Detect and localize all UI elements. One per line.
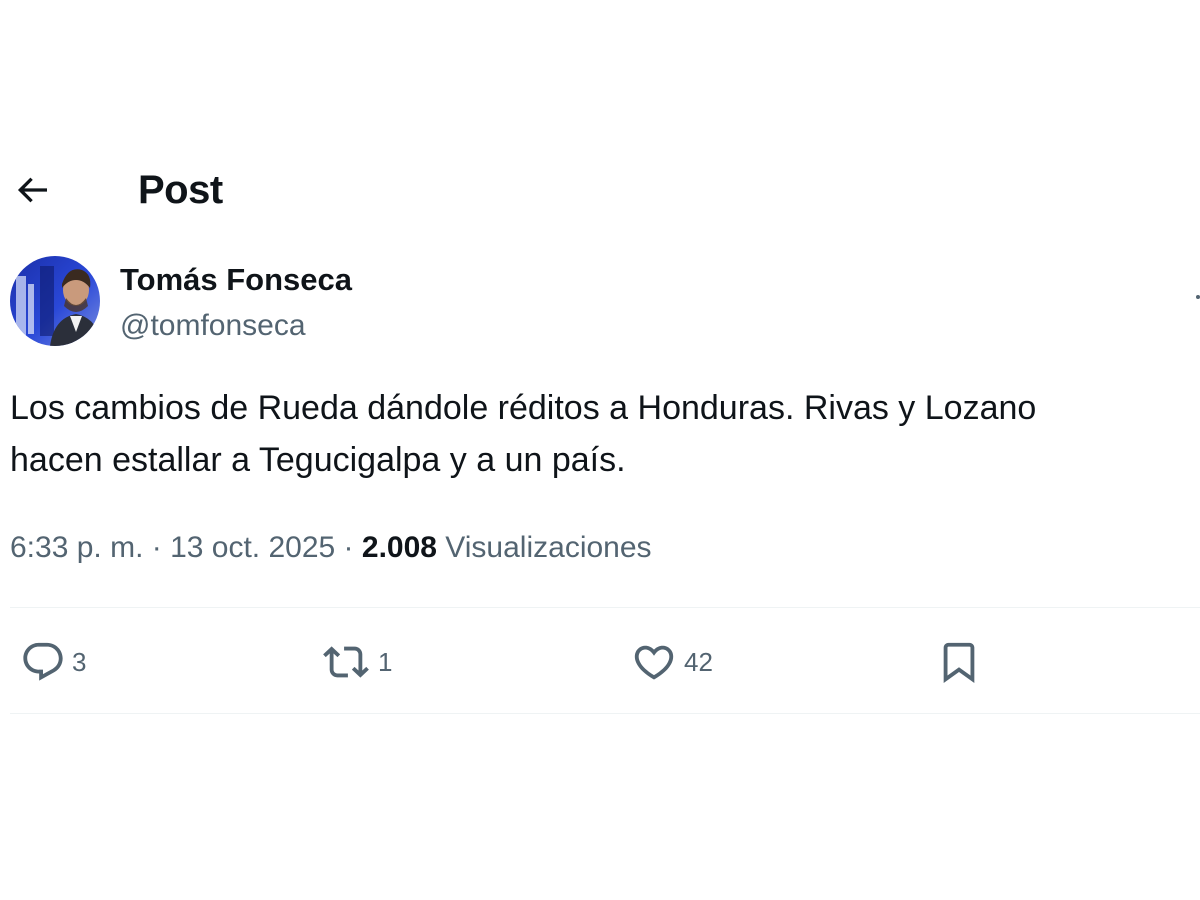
post-text-line: hacen estallar a Tegucigalpa y a un país… [10,441,626,479]
avatar[interactable] [10,256,100,346]
reply-icon [23,642,63,681]
avatar-image [10,256,100,346]
reply-button[interactable]: 3 [20,636,86,688]
post-text: Los cambios de Rueda dándole réditos a H… [10,382,1198,486]
more-options-icon[interactable] [1192,290,1200,302]
bookmark-icon [943,642,975,683]
post-meta: 6:33 p. m. · 13 oct. 2025 · 2.008 Visual… [10,528,652,568]
action-bar: 3 1 42 [0,630,1200,694]
repost-count: 1 [378,646,393,677]
arrow-left-icon [17,177,47,203]
bookmark-button[interactable] [936,636,982,688]
like-count: 42 [684,646,713,677]
divider [10,607,1200,608]
post-date[interactable]: 13 oct. 2025 [170,531,335,564]
meta-separator: · [143,531,171,564]
author-name[interactable]: Tomás Fonseca [120,260,352,300]
like-button[interactable]: 42 [630,636,713,688]
repost-button[interactable]: 1 [320,636,392,688]
page-title: Post [138,168,223,212]
back-button[interactable] [8,166,56,214]
post-time[interactable]: 6:33 p. m. [10,531,143,564]
heart-icon [634,645,674,680]
reply-count: 3 [72,646,87,677]
meta-separator: · [335,531,362,564]
post-text-line: Los cambios de Rueda dándole réditos a H… [10,389,1037,427]
views-label: Visualizaciones [436,531,652,564]
author-handle[interactable]: @tomfonseca [120,306,306,346]
post-page: Post Tomás Fonseca @tomfonseca Los cambi… [0,0,1200,900]
views-count[interactable]: 2.008 [362,531,437,564]
post-header: Post [0,160,1200,220]
divider [10,713,1200,714]
author-row: Tomás Fonseca @tomfonseca [0,252,1200,352]
repost-icon [323,646,369,678]
